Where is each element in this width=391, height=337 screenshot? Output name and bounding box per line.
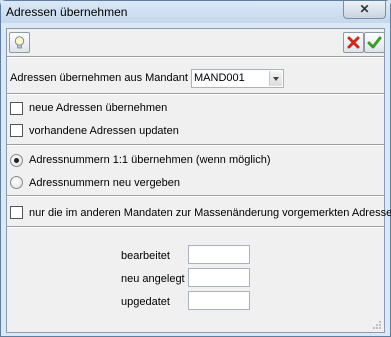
ok-button[interactable] (364, 32, 385, 53)
window-close-button[interactable]: ✕ (343, 1, 386, 19)
processed-count-field (188, 245, 250, 264)
chevron-down-icon[interactable] (269, 71, 282, 86)
divider (7, 195, 384, 197)
mandant-label: Adressen übernehmen aus Mandant (10, 72, 188, 84)
hint-button[interactable] (9, 32, 30, 53)
dialog-window: Adressen übernehmen ✕ Adressen übernehme… (0, 0, 391, 337)
title-bar[interactable]: Adressen übernehmen ✕ (1, 1, 390, 23)
lightbulb-icon (14, 36, 25, 49)
marked-only-checkbox[interactable] (10, 206, 23, 219)
dialog-body: Adressen übernehmen aus Mandant MAND001 … (6, 28, 391, 333)
new-numbers-radio[interactable] (10, 176, 23, 189)
update-addresses-label: vorhandene Adressen updaten (29, 125, 179, 137)
divider (7, 56, 384, 58)
updated-label: upgedatet (121, 296, 170, 308)
marked-only-label: nur die im anderen Mandaten zur Massenän… (29, 207, 391, 219)
divider (7, 144, 384, 146)
window-title: Adressen übernehmen (6, 5, 128, 19)
toolbar (7, 29, 385, 56)
divider (7, 93, 384, 95)
divider (7, 226, 384, 228)
keep-numbers-radio[interactable] (10, 154, 23, 167)
new-numbers-label: Adressnummern neu vergeben (29, 177, 181, 189)
created-count-field (188, 268, 250, 287)
cancel-button[interactable] (343, 32, 364, 53)
mandant-select-value: MAND001 (194, 72, 245, 84)
resize-grip-icon[interactable] (372, 320, 382, 330)
mandant-select[interactable]: MAND001 (191, 69, 284, 88)
cancel-icon (347, 36, 360, 49)
created-label: neu angelegt (121, 273, 185, 285)
keep-numbers-label: Adressnummern 1:1 übernehmen (wenn mögli… (29, 154, 271, 166)
update-addresses-checkbox[interactable] (10, 124, 23, 137)
new-addresses-checkbox[interactable] (10, 102, 23, 115)
processed-label: bearbeitet (121, 250, 170, 262)
ok-icon (367, 36, 382, 49)
new-addresses-label: neue Adressen übernehmen (29, 102, 168, 114)
updated-count-field (188, 291, 250, 310)
